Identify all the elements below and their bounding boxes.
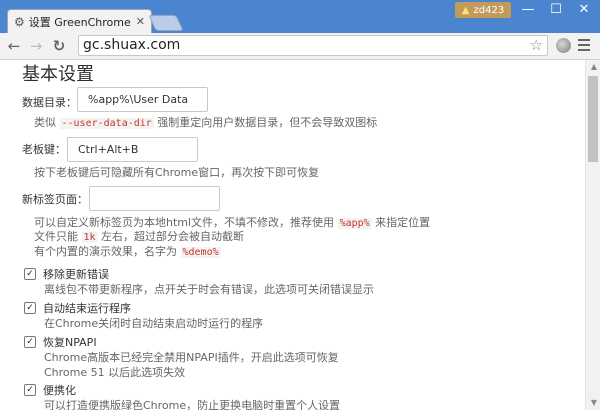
option-label: 移除更新错误	[43, 268, 109, 281]
gear-icon: ⚙	[14, 14, 25, 29]
reload-icon[interactable]: ↻	[50, 37, 68, 55]
star-icon[interactable]: ☆	[530, 36, 543, 54]
address-url: gc.shuax.com	[83, 37, 181, 53]
page-heading: 基本设置	[22, 64, 94, 85]
option-portable[interactable]: ✓ 便携化	[24, 382, 76, 398]
option-label: 自动结束运行程序	[43, 302, 131, 315]
new-tab-hint-3: 有个内置的演示效果，名字为 %demo%	[34, 245, 221, 258]
warning-icon: ▲	[461, 4, 470, 16]
checkbox[interactable]: ✓	[24, 336, 36, 348]
maximize-button[interactable]: ☐	[542, 0, 570, 18]
option-hint: 可以打造便携版绿色Chrome，防止更换电脑时重置个人设置	[44, 399, 341, 410]
browser-toolbar: ← → ↻ gc.shuax.com ☆	[0, 33, 600, 60]
scroll-down-icon[interactable]: ▼	[591, 398, 597, 407]
minimize-button[interactable]: —	[514, 0, 542, 18]
title-bar: ⚙ 设置 GreenChrome ✕ ▲ zd423 — ☐ ✕	[0, 0, 600, 33]
option-hint: 在Chrome关闭时自动结束启动时运行的程序	[44, 317, 264, 330]
profile-name: zd423	[473, 4, 505, 16]
settings-page: 基本设置 数据目录： %app%\User Data 类似 --user-dat…	[0, 60, 585, 410]
option-label: 便携化	[43, 384, 76, 397]
close-window-button[interactable]: ✕	[570, 0, 598, 18]
tab-title: 设置 GreenChrome	[28, 15, 131, 29]
menu-icon[interactable]	[578, 39, 590, 54]
data-dir-hint: 类似 --user-data-dir 强制重定向用户数据目录，但不会导致双图标	[34, 116, 378, 129]
scroll-up-icon[interactable]: ▲	[591, 62, 597, 71]
boss-key-label: 老板键：	[22, 143, 66, 156]
new-tab-hint-2: 文件只能 1k 左右，超过部分会被自动截断	[34, 230, 245, 243]
profile-badge[interactable]: ▲ zd423	[455, 2, 511, 18]
browser-tab[interactable]: ⚙ 设置 GreenChrome ✕	[7, 9, 152, 33]
checkbox[interactable]: ✓	[24, 302, 36, 314]
option-restore-npapi[interactable]: ✓ 恢复NPAPI	[24, 334, 97, 350]
boss-key-input[interactable]: Ctrl+Alt+B	[67, 137, 198, 162]
back-arrow-icon[interactable]: ←	[5, 37, 23, 55]
new-tab-input[interactable]	[89, 186, 220, 211]
data-dir-label: 数据目录：	[22, 96, 77, 109]
checkbox[interactable]: ✓	[24, 268, 36, 280]
option-remove-update-error[interactable]: ✓ 移除更新错误	[24, 266, 109, 282]
scrollbar-thumb[interactable]	[588, 76, 598, 162]
option-label: 恢复NPAPI	[43, 336, 97, 349]
close-tab-icon[interactable]: ✕	[136, 16, 145, 27]
forward-arrow-icon[interactable]: →	[27, 37, 45, 55]
extension-icon[interactable]	[556, 38, 571, 53]
option-hint: Chrome高版本已经完全禁用NPAPI插件，开启此选项可恢复	[44, 351, 339, 364]
new-tab-button[interactable]	[148, 15, 184, 31]
option-hint: 离线包不带更新程序，点开关于时会有错误，此选项可关闭错误显示	[44, 283, 374, 296]
address-bar[interactable]: gc.shuax.com ☆	[78, 35, 548, 56]
checkbox[interactable]: ✓	[24, 384, 36, 396]
option-auto-end-programs[interactable]: ✓ 自动结束运行程序	[24, 300, 131, 316]
new-tab-label: 新标签页面：	[22, 193, 88, 206]
boss-key-hint: 按下老板键后可隐藏所有Chrome窗口，再次按下即可恢复	[34, 166, 320, 179]
option-hint-2: Chrome 51 以后此选项失效	[44, 366, 186, 379]
data-dir-input[interactable]: %app%\User Data	[77, 87, 208, 112]
